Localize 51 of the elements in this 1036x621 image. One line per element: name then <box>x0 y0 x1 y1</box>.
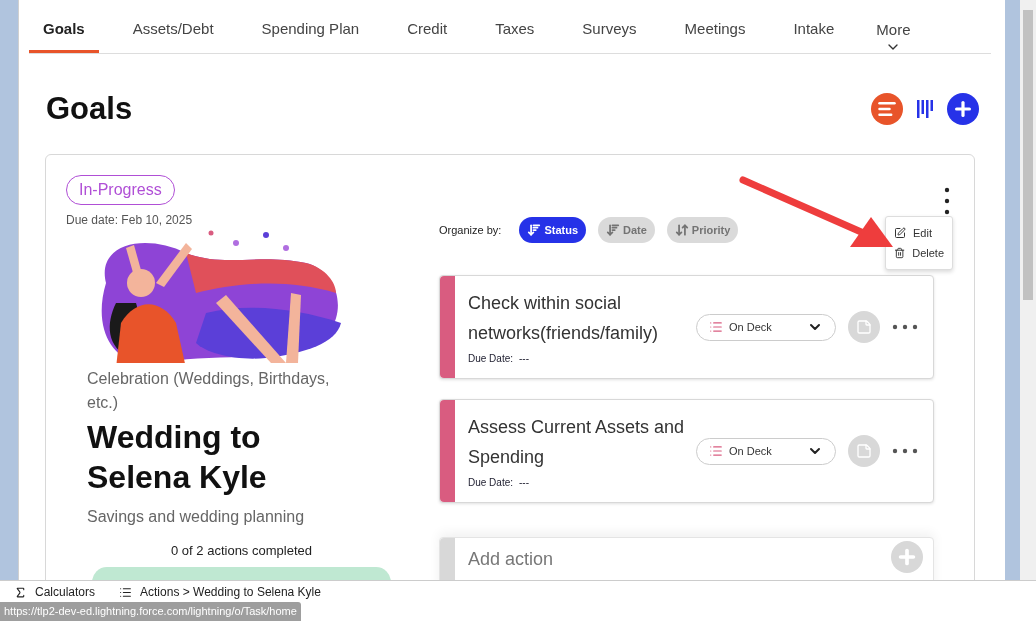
sort-icon <box>527 223 542 237</box>
due-date: Due date: Feb 10, 2025 <box>66 212 194 229</box>
action-title: Check within social networks(friends/family) <box>468 292 660 345</box>
list-view-button[interactable] <box>871 92 903 125</box>
list-icon <box>709 444 723 458</box>
organize-label: Organize by: <box>439 222 502 238</box>
tab[interactable]: Intake <box>779 18 849 53</box>
kebab-icon[interactable] <box>944 187 950 215</box>
list-icon <box>709 320 723 334</box>
url-tooltip: https://tlp2-dev-ed.lightning.force.com/lightning/o/Task/home <box>0 602 301 621</box>
footer-tab[interactable]: Actions > Wedding to Selena Kyle <box>119 583 321 601</box>
tab[interactable]: Taxes <box>481 18 549 53</box>
sigma-icon <box>14 585 27 599</box>
tab[interactable]: Surveys <box>568 18 651 53</box>
more-icon[interactable] <box>892 324 918 330</box>
scrollbar-thumb[interactable] <box>1023 10 1033 300</box>
menu-item[interactable]: Delete <box>894 244 944 261</box>
tab[interactable]: Spending Plan <box>247 18 374 53</box>
sort-icon <box>606 223 620 237</box>
tab[interactable]: Assets/Debt <box>118 18 228 53</box>
more-icon[interactable] <box>892 448 918 454</box>
due-label: Due Date: <box>468 352 514 366</box>
add-button[interactable] <box>947 92 979 125</box>
tab[interactable]: Goals <box>29 18 99 53</box>
add-action-card[interactable]: Add action <box>439 537 934 580</box>
footer-tab[interactable]: Calculators <box>14 583 96 601</box>
note-icon <box>856 319 872 335</box>
due-label: Due Date: <box>468 476 514 490</box>
menu-item[interactable]: Edit <box>894 225 944 242</box>
goal-category: Celebration (Weddings, Birthdays, etc.) <box>87 369 331 413</box>
action-title: Assess Current Assets and Spending <box>468 416 686 469</box>
add-action-label: Add action <box>468 548 555 571</box>
trash-icon <box>894 246 906 259</box>
action-card[interactable]: Check within social networks(friends/family) Due Date: --- On Deck <box>439 275 934 379</box>
due-value: --- <box>519 352 530 366</box>
goal-description: Savings and wedding planning <box>87 507 306 527</box>
kanban-icon[interactable] <box>917 99 933 118</box>
goal-title: Wedding to Selena Kyle <box>87 418 268 497</box>
list-icon <box>119 585 133 599</box>
sort-chip[interactable]: Status <box>519 217 586 243</box>
page-title: Goals <box>46 89 134 128</box>
tab[interactable]: Credit <box>393 18 462 53</box>
action-card[interactable]: Assess Current Assets and Spending Due Date: --- On Deck <box>439 399 934 503</box>
tab[interactable]: More <box>876 18 911 42</box>
sort-icon <box>674 223 689 237</box>
due-value: --- <box>519 476 530 490</box>
edit-icon <box>894 227 906 240</box>
note-icon <box>856 443 872 459</box>
plus-icon <box>896 546 918 568</box>
progress-text: 0 of 2 actions completed <box>170 542 313 560</box>
tab[interactable]: Meetings <box>670 18 760 53</box>
